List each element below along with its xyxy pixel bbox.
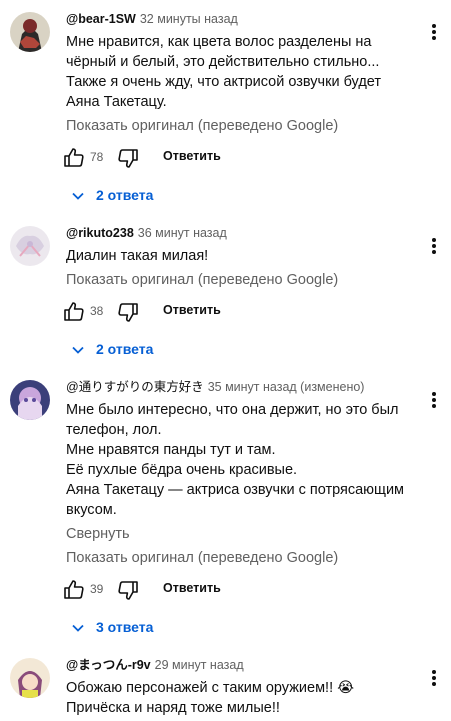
thumbs-up-icon[interactable] — [62, 146, 86, 170]
comment-author[interactable]: @rikuto238 — [66, 226, 134, 240]
replies-count: 3 ответа — [96, 619, 154, 635]
comment-time[interactable]: 32 минуты назад — [140, 12, 238, 26]
reply-button[interactable]: Ответить — [163, 581, 221, 595]
comment-text: Обожаю персонажей с таким оружием!! 😭 Пр… — [66, 680, 355, 716]
comment-text: Мне нравится, как цвета волос разделены … — [66, 34, 382, 110]
avatar[interactable] — [10, 380, 50, 420]
comment-author[interactable]: @bear-1SW — [66, 12, 136, 26]
view-replies-button[interactable]: 2 ответа — [66, 332, 411, 368]
replies-count: 2 ответа — [96, 187, 154, 203]
avatar[interactable] — [10, 226, 50, 266]
comment-time[interactable]: 29 минут назад — [155, 658, 244, 672]
more-vert-icon[interactable] — [431, 390, 437, 410]
view-replies-button[interactable]: 3 ответа — [66, 610, 411, 646]
like-count: 38 — [90, 304, 104, 318]
more-vert-icon[interactable] — [431, 22, 437, 42]
show-original-link[interactable]: Показать оригинал (переведено Google) — [66, 116, 411, 136]
avatar[interactable] — [10, 12, 50, 52]
comment-text: Диалин такая милая! — [66, 248, 209, 264]
view-replies-button[interactable]: 2 ответа — [66, 178, 411, 214]
comment-time[interactable]: 35 минут назад (изменено) — [208, 380, 365, 394]
chevron-down-icon — [72, 192, 84, 200]
thumbs-up-icon[interactable] — [62, 578, 86, 602]
thumbs-down-icon[interactable] — [116, 578, 140, 602]
show-original-link[interactable]: Показать оригинал (переведено Google) — [66, 270, 411, 290]
comment-author[interactable]: @まっつん-r9v — [66, 658, 151, 672]
thumbs-up-icon[interactable] — [62, 300, 86, 324]
chevron-down-icon — [72, 346, 84, 354]
like-count: 39 — [90, 582, 104, 596]
reply-button[interactable]: Ответить — [163, 303, 221, 317]
comment-toolbar: 78 Ответить — [64, 140, 411, 176]
more-vert-icon[interactable] — [431, 236, 437, 256]
replies-count: 2 ответа — [96, 341, 154, 357]
show-original-link[interactable]: Показать оригинал (переведено Google) — [66, 548, 411, 568]
more-vert-icon[interactable] — [431, 668, 437, 688]
comment-author[interactable]: @通りすがりの東方好き — [66, 380, 204, 394]
collapse-link[interactable]: Свернуть — [66, 524, 411, 544]
reply-button[interactable]: Ответить — [163, 149, 221, 163]
like-count: 78 — [90, 150, 104, 164]
comment-text: Мне было интересно, что она держит, но э… — [66, 402, 405, 518]
comment-toolbar: 38 Ответить — [64, 294, 411, 330]
comment-toolbar: 39 Ответить — [64, 572, 411, 608]
comment-time[interactable]: 36 минут назад — [138, 226, 227, 240]
thumbs-down-icon[interactable] — [116, 146, 140, 170]
chevron-down-icon — [72, 624, 84, 632]
thumbs-down-icon[interactable] — [116, 300, 140, 324]
avatar[interactable] — [10, 658, 50, 698]
